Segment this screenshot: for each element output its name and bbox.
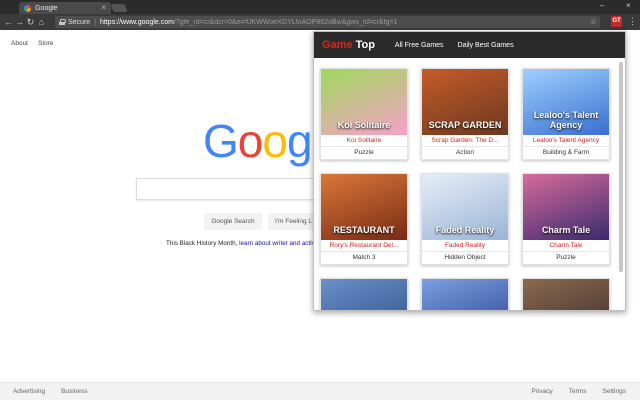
game-art-title: Koi Solitaire — [337, 119, 391, 130]
game-category: Hidden Object — [444, 254, 486, 261]
game-thumbnail[interactable]: Koi Solitaire — [321, 69, 407, 135]
gametop-popup: Game Top All Free Games Daily Best Games … — [313, 31, 626, 311]
game-card[interactable] — [421, 278, 509, 310]
minimize-icon[interactable]: – — [600, 1, 604, 11]
game-thumbnail[interactable] — [422, 279, 508, 310]
business-link[interactable]: Business — [61, 388, 87, 395]
menu-kebab-icon[interactable]: ⋮ — [628, 16, 637, 27]
lock-icon — [59, 19, 66, 25]
game-thumbnail[interactable]: Charm Tale — [523, 174, 609, 240]
new-tab-button[interactable] — [110, 4, 128, 12]
gametop-extension-icon[interactable]: GT — [611, 16, 622, 27]
store-link[interactable]: Store — [38, 40, 54, 47]
secure-label: Secure — [68, 18, 91, 26]
brand-top-text: Top — [355, 39, 375, 51]
logo-letter: G — [203, 115, 239, 167]
game-name[interactable]: Faded Reality — [422, 240, 508, 252]
logo-letter: o — [262, 115, 288, 167]
game-card[interactable]: Charm Tale Charm Tale Puzzle — [522, 173, 610, 265]
browser-toolbar: ← → ↻ ⌂ Secure | https://www.google.com … — [0, 14, 640, 30]
game-category: Puzzle — [556, 254, 576, 261]
tab-strip: Google × – × — [0, 0, 640, 14]
tab-title: Google — [35, 4, 58, 12]
settings-link[interactable]: Settings — [603, 388, 627, 395]
game-card[interactable]: SCRAP GARDEN Scrap Garden: The D... Action — [421, 68, 509, 160]
forward-icon[interactable]: → — [14, 17, 25, 27]
game-art-title: Lealoo's Talent Agency — [533, 110, 599, 130]
game-name[interactable]: Rory's Restaurant Del... — [321, 240, 407, 252]
feeling-lucky-button[interactable]: I'm Feeling Lu — [268, 213, 313, 230]
bookmark-star-icon[interactable]: ☆ — [590, 17, 597, 26]
black-history-promo: This Black History Month, learn about wr… — [166, 240, 319, 247]
tab-close-icon[interactable]: × — [101, 4, 106, 12]
game-card[interactable]: Koi Solitaire Koi Solitaire Puzzle — [320, 68, 408, 160]
game-category: Match 3 — [352, 254, 376, 261]
advertising-link[interactable]: Advertising — [13, 388, 45, 395]
nav-all-free-games[interactable]: All Free Games — [395, 42, 444, 49]
game-card[interactable]: RESTAURANT Rory's Restaurant Del... Match … — [320, 173, 408, 265]
popup-header: Game Top All Free Games Daily Best Games — [314, 32, 625, 58]
address-bar[interactable]: Secure | https://www.google.com /?gfe_rd… — [55, 16, 600, 28]
url-path: /?gfe_rd=cr&dcr=0&ei=fJKWWoeXGYLfoAOP862… — [173, 18, 398, 26]
game-thumbnail[interactable]: SCRAP GARDEN — [422, 69, 508, 135]
game-art-title: RESTAURANT — [333, 224, 395, 235]
popup-scrollbar[interactable] — [619, 62, 623, 272]
privacy-link[interactable]: Privacy — [531, 388, 552, 395]
game-card[interactable]: Faded Reality Faded Reality Hidden Object — [421, 173, 509, 265]
game-art-title: Faded Reality — [435, 224, 495, 235]
game-thumbnail[interactable]: Faded Reality — [422, 174, 508, 240]
reload-icon[interactable]: ↻ — [25, 17, 36, 28]
game-art-title: Charm Tale — [541, 224, 591, 235]
game-card[interactable]: Stained Skin — [320, 278, 408, 310]
game-card[interactable]: Emily Archer — [522, 278, 610, 310]
home-icon[interactable]: ⌂ — [36, 17, 47, 27]
game-name[interactable]: Koi Solitaire — [321, 135, 407, 147]
game-name[interactable]: Scrap Garden: The D... — [422, 135, 508, 147]
game-category: Building & Farm — [542, 149, 590, 156]
google-favicon-icon — [24, 4, 31, 12]
game-card[interactable]: Lealoo's Talent Agency Lealoo's Talent Ag… — [522, 68, 610, 160]
game-thumbnail[interactable]: Lealoo's Talent Agency — [523, 69, 609, 135]
window-close-icon[interactable]: × — [626, 1, 631, 11]
gametop-logo[interactable]: Game Top — [322, 39, 375, 51]
brand-game-text: Game — [322, 39, 353, 51]
game-thumbnail[interactable]: Emily Archer — [523, 279, 609, 310]
address-separator: | — [94, 18, 97, 26]
logo-letter: o — [237, 115, 264, 167]
google-top-links: About Store — [11, 40, 54, 47]
logo-letter: g — [286, 115, 313, 167]
google-search-input[interactable] — [136, 178, 326, 200]
url-host: https://www.google.com — [100, 18, 174, 26]
browser-tab-google[interactable]: Google × — [19, 2, 111, 14]
game-category: Action — [455, 149, 475, 156]
google-logo: Googl — [203, 115, 322, 167]
game-art-title: SCRAP GARDEN — [428, 119, 502, 130]
game-name[interactable]: Charm Tale — [523, 240, 609, 252]
game-thumbnail[interactable]: Stained Skin — [321, 279, 407, 310]
google-footer: Advertising Business Privacy Terms Setti… — [0, 382, 640, 400]
nav-daily-best-games[interactable]: Daily Best Games — [458, 42, 514, 49]
game-category: Puzzle — [354, 149, 374, 156]
history-link[interactable]: learn about writer and activis — [239, 240, 319, 247]
game-name[interactable]: Lealoo's Talent Agency — [523, 135, 609, 147]
history-text: This Black History Month, — [166, 240, 240, 247]
google-search-button[interactable]: Google Search — [204, 213, 262, 230]
game-thumbnail[interactable]: RESTAURANT — [321, 174, 407, 240]
terms-link[interactable]: Terms — [569, 388, 587, 395]
about-link[interactable]: About — [11, 40, 28, 47]
back-icon[interactable]: ← — [3, 17, 14, 27]
